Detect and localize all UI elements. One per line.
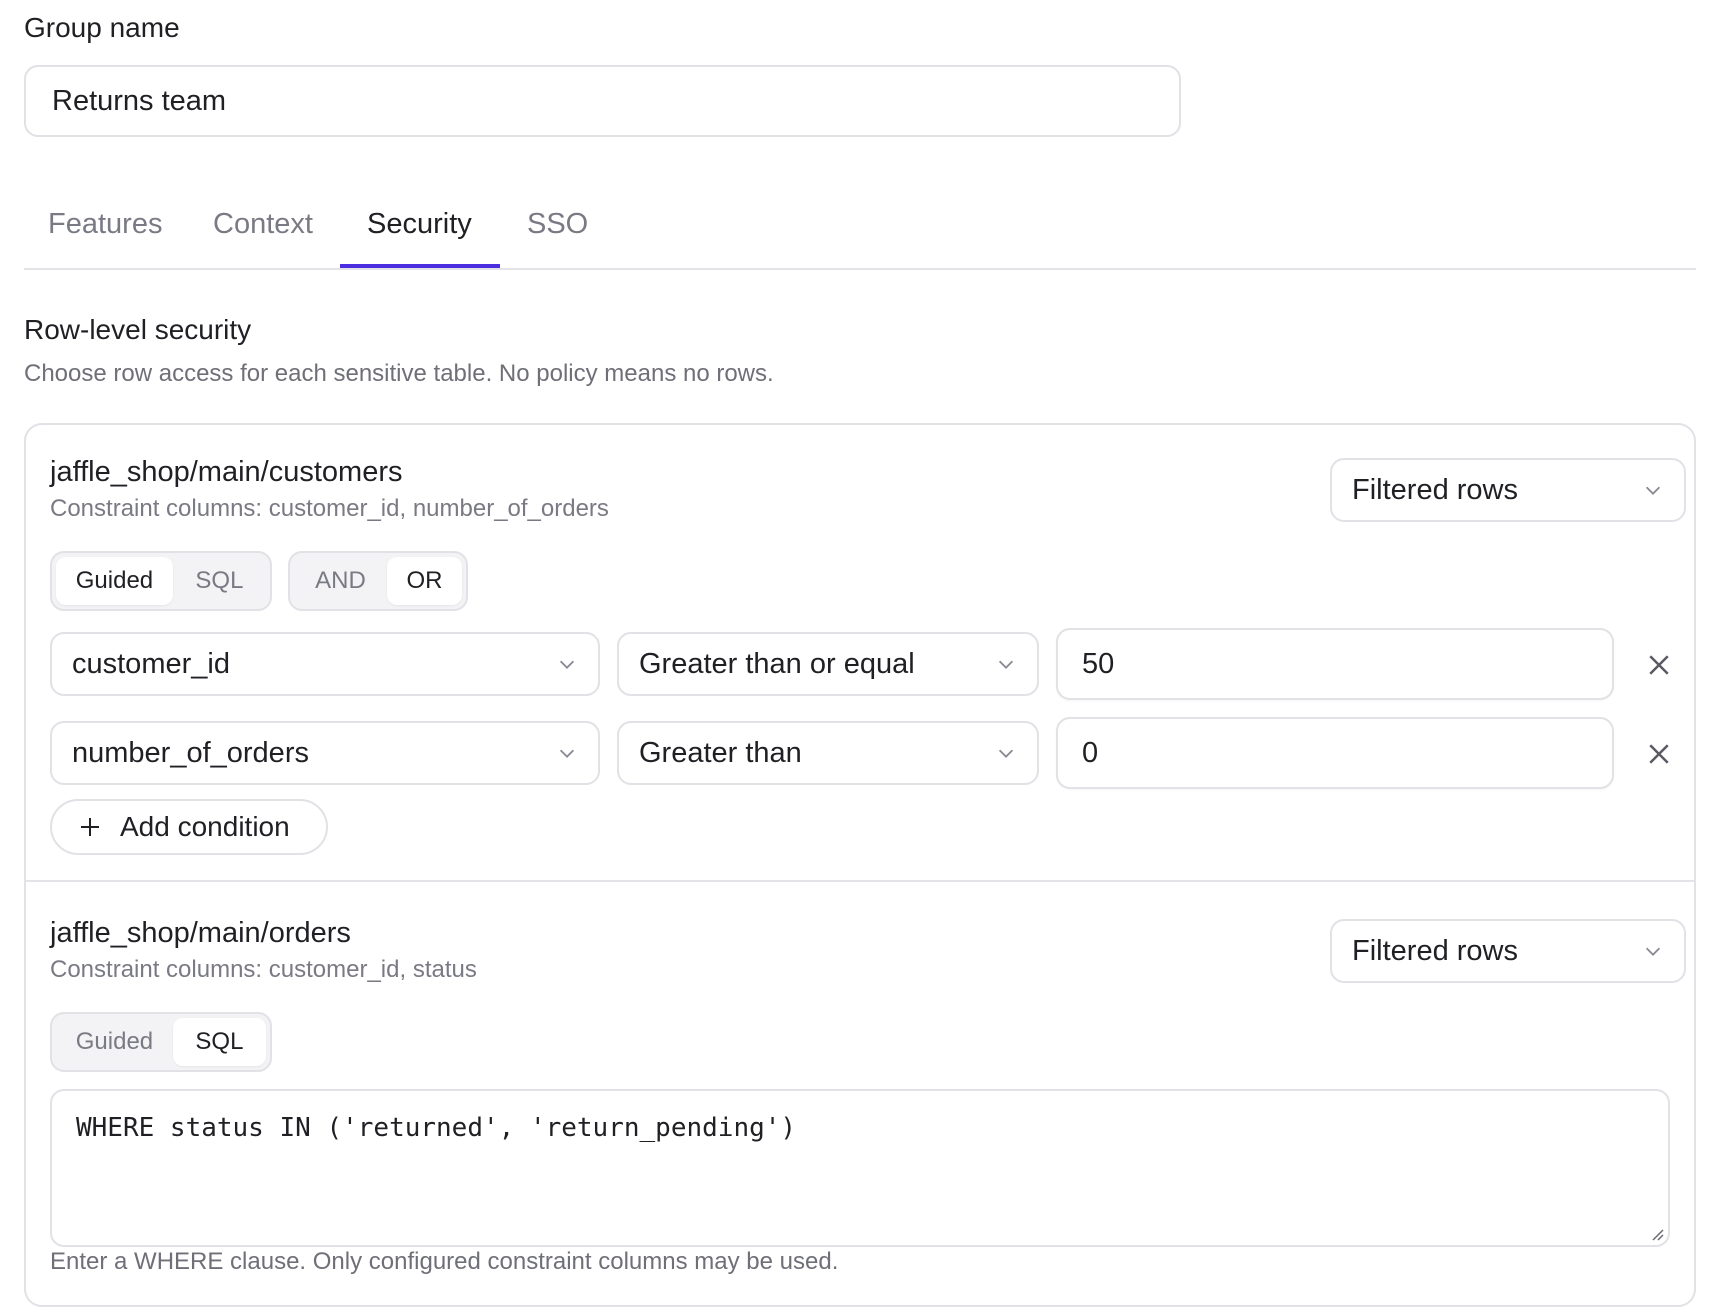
mode-toggle: Guided SQL (50, 1012, 272, 1072)
chevron-down-icon (998, 660, 1014, 669)
sql-editor-text: WHERE status IN ('returned', 'return_pen… (76, 1113, 797, 1143)
add-condition-label: Add condition (120, 811, 290, 842)
access-select-value: Filtered rows (1352, 473, 1518, 506)
mode-toggle: Guided SQL (50, 551, 272, 611)
add-condition-button[interactable]: Add condition (50, 799, 328, 855)
close-icon[interactable] (1644, 739, 1674, 769)
logic-and-button[interactable]: AND (294, 557, 387, 605)
mode-sql-button[interactable]: SQL (172, 1018, 266, 1066)
active-tab-indicator (340, 264, 500, 268)
logic-or-button[interactable]: OR (386, 557, 462, 605)
resize-grip-icon[interactable] (1648, 1225, 1664, 1241)
group-name-label: Group name (24, 12, 180, 43)
chevron-down-icon (1645, 947, 1661, 956)
table-constraints: Constraint columns: customer_id, number_… (50, 495, 609, 522)
section-description: Choose row access for each sensitive tab… (24, 360, 774, 387)
condition-column-select[interactable]: customer_id (50, 632, 600, 696)
sql-help-text: Enter a WHERE clause. Only configured co… (50, 1248, 839, 1275)
condition-column-value: number_of_orders (72, 736, 309, 769)
tab-context[interactable]: Context (213, 208, 313, 241)
tab-features[interactable]: Features (48, 208, 162, 241)
condition-column-select[interactable]: number_of_orders (50, 721, 600, 785)
mode-guided-button[interactable]: Guided (56, 1018, 173, 1066)
table-divider (26, 880, 1694, 882)
tabs-divider (24, 268, 1696, 270)
condition-operator-select[interactable]: Greater than or equal (617, 632, 1039, 696)
access-select-value: Filtered rows (1352, 934, 1518, 967)
condition-operator-select[interactable]: Greater than (617, 721, 1039, 785)
table-name: jaffle_shop/main/orders (50, 917, 351, 949)
tab-sso[interactable]: SSO (527, 208, 588, 241)
section-title: Row-level security (24, 314, 252, 345)
chevron-down-icon (559, 660, 575, 669)
close-icon[interactable] (1644, 650, 1674, 680)
condition-value-input[interactable]: 50 (1056, 628, 1614, 700)
sql-editor[interactable]: WHERE status IN ('returned', 'return_pen… (50, 1089, 1670, 1247)
chevron-down-icon (1645, 486, 1661, 495)
tab-security[interactable]: Security (367, 208, 472, 241)
chevron-down-icon (559, 749, 575, 758)
plus-icon (81, 818, 99, 836)
mode-sql-button[interactable]: SQL (173, 557, 266, 605)
group-name-input[interactable]: Returns team (24, 65, 1181, 137)
condition-column-value: customer_id (72, 647, 230, 680)
logic-toggle: AND OR (288, 551, 468, 611)
chevron-down-icon (998, 749, 1014, 758)
condition-operator-value: Greater than or equal (639, 647, 915, 680)
access-select[interactable]: Filtered rows (1330, 919, 1686, 983)
table-constraints: Constraint columns: customer_id, status (50, 956, 477, 983)
access-select[interactable]: Filtered rows (1330, 458, 1686, 522)
condition-value-input[interactable]: 0 (1056, 717, 1614, 789)
condition-operator-value: Greater than (639, 736, 802, 769)
mode-guided-button[interactable]: Guided (56, 557, 173, 605)
table-name: jaffle_shop/main/customers (50, 456, 403, 488)
